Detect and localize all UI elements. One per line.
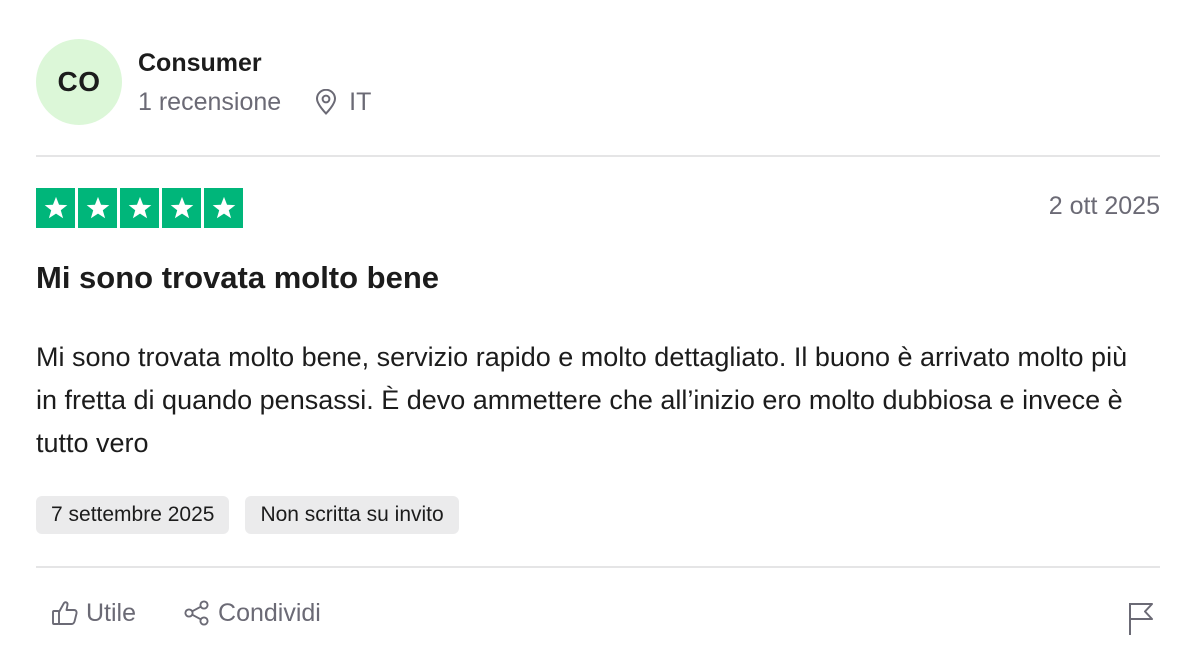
- star-icon: [44, 196, 67, 219]
- map-pin-icon: [316, 89, 337, 115]
- reviewer-location: IT: [315, 88, 371, 117]
- divider: [36, 566, 1160, 568]
- star-3: [120, 188, 159, 228]
- star-icon: [170, 196, 193, 219]
- reviewer-header[interactable]: CO Consumer 1 recensione IT: [36, 38, 371, 126]
- star-icon: [212, 196, 235, 219]
- review-count: 1 recensione: [138, 87, 282, 116]
- useful-label: Utile: [86, 598, 137, 627]
- reviewer-country: IT: [349, 87, 372, 116]
- review-date: 2 ott 2025: [1048, 192, 1160, 220]
- star-2: [78, 188, 117, 228]
- reviewer-meta: 1 recensione IT: [138, 88, 371, 117]
- review-body: Mi sono trovata molto bene, servizio rap…: [36, 342, 1128, 458]
- share-button[interactable]: Condividi: [182, 598, 321, 628]
- invitation-status-badge[interactable]: Non scritta su invito: [245, 496, 459, 534]
- reviewer-info: Consumer 1 recensione IT: [138, 48, 371, 117]
- star-icon: [86, 196, 109, 219]
- review-card: CO Consumer 1 recensione IT 2 ott 2025 M…: [36, 0, 1160, 665]
- review-tags: 7 settembre 2025 Non scritta su invito: [36, 496, 459, 534]
- review-actions: Utile Condividi: [50, 598, 321, 628]
- reviewer-name[interactable]: Consumer: [138, 46, 371, 80]
- star-4: [162, 188, 201, 228]
- star-1: [36, 188, 75, 228]
- thumbs-up-icon: [52, 601, 78, 625]
- divider: [36, 155, 1160, 157]
- star-rating: [36, 188, 243, 228]
- review-title[interactable]: Mi sono trovata molto bene: [36, 260, 439, 296]
- star-icon: [128, 196, 151, 219]
- avatar[interactable]: CO: [36, 39, 122, 125]
- star-5: [204, 188, 243, 228]
- report-button[interactable]: [1126, 600, 1156, 641]
- share-label: Condividi: [218, 598, 321, 627]
- share-icon: [184, 600, 209, 626]
- flag-icon: [1129, 603, 1153, 635]
- useful-button[interactable]: Utile: [50, 598, 136, 628]
- experience-date-badge: 7 settembre 2025: [36, 496, 230, 534]
